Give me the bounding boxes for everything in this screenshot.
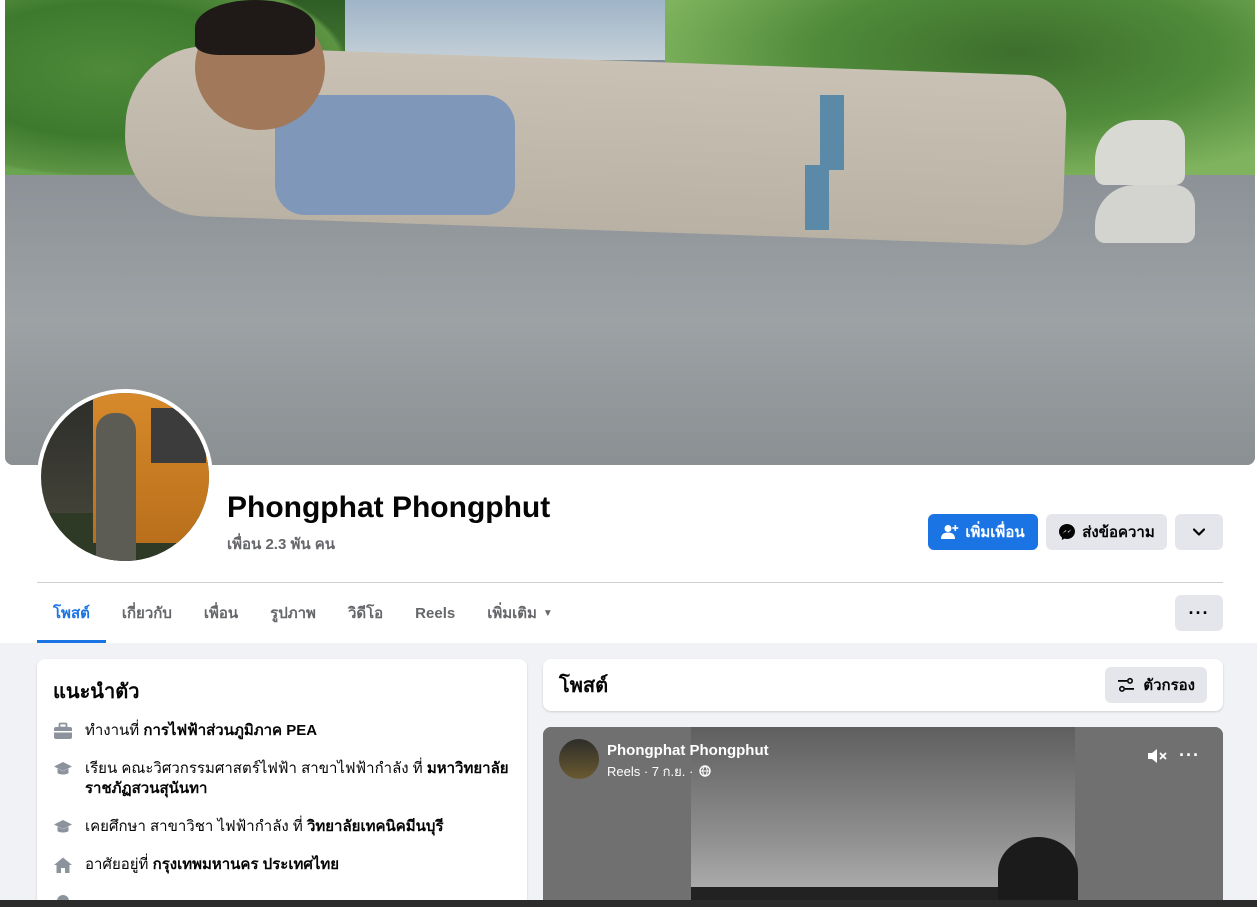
graduation-cap-icon: [53, 759, 73, 779]
cover-reflective-band: [805, 165, 829, 230]
cover-reflective-band: [820, 95, 844, 170]
messenger-icon: [1059, 524, 1076, 540]
intro-work-prefix: ทำงานที่: [85, 722, 144, 739]
taskbar-edge: [0, 900, 1257, 907]
intro-item-text: เคยศึกษา สาขาวิชา ไฟฟ้ากำลัง ที่ วิทยาลั…: [85, 817, 444, 837]
intro-item-text: ทำงานที่ การไฟฟ้าส่วนภูมิภาค PEA: [85, 721, 317, 741]
intro-work-link[interactable]: การไฟฟ้าส่วนภูมิภาค PEA: [143, 722, 317, 739]
cover-shoe: [1095, 120, 1185, 185]
more-options-button[interactable]: ···: [1175, 595, 1223, 631]
profile-header: Phongphat Phongphut เพื่อน 2.3 พัน คน เพ…: [0, 0, 1257, 643]
mute-button[interactable]: [1147, 747, 1169, 770]
avatar-person: [96, 413, 136, 561]
intro-item-studied: เคยศึกษา สาขาวิชา ไฟฟ้ากำลัง ที่ วิทยาลั…: [53, 817, 511, 837]
tab-friends[interactable]: เพื่อน: [188, 583, 254, 643]
message-label: ส่งข้อความ: [1082, 524, 1155, 541]
cover-person-shirt: [275, 95, 515, 215]
intro-studied-prefix: เคยศึกษา สาขาวิชา ไฟฟ้ากำลัง ที่: [85, 818, 307, 835]
filter-label: ตัวกรอง: [1143, 677, 1195, 694]
ellipsis-icon: ···: [1179, 745, 1200, 765]
profile-name: Phongphat Phongphut: [227, 491, 551, 524]
reel-tree: [998, 837, 1078, 907]
graduation-cap-icon: [53, 817, 73, 837]
globe-icon: [699, 765, 711, 777]
reel-meta-text: Reels · 7 ก.ย. ·: [607, 764, 694, 779]
intro-item-text: อาศัยอยู่ที่ กรุงเทพมหานคร ประเทศไทย: [85, 855, 339, 875]
intro-card: แนะนำตัว ทำงานที่ การไฟฟ้าส่วนภูมิภาค PE…: [37, 659, 527, 907]
home-icon: [53, 855, 73, 875]
chevron-down-icon: [1192, 528, 1206, 536]
tab-reels[interactable]: Reels: [399, 583, 471, 643]
add-friend-label: เพิ่มเพื่อน: [965, 524, 1025, 541]
add-friend-button[interactable]: เพิ่มเพื่อน: [928, 514, 1038, 550]
intro-item-text: เรียน คณะวิศวกรรมศาสตร์ไฟฟ้า สาขาไฟฟ้ากำ…: [85, 759, 511, 799]
reel-meta: Reels · 7 ก.ย. ·: [607, 761, 711, 782]
profile-tabs: โพสต์ เกี่ยวกับ เพื่อน รูปภาพ วิดีโอ Ree…: [37, 583, 569, 643]
add-friend-icon: [941, 525, 959, 539]
posts-title: โพสต์: [559, 675, 609, 697]
cover-shoe: [1095, 185, 1195, 243]
intro-studied-link[interactable]: วิทยาลัยเทคนิคมีนบุรี: [307, 818, 444, 835]
tab-more-label: เพิ่มเติม: [487, 605, 537, 622]
posts-header-card: โพสต์ ตัวกรอง: [543, 659, 1223, 711]
profile-avatar[interactable]: [37, 389, 213, 565]
profile-options-dropdown[interactable]: [1175, 514, 1223, 550]
cover-sky: [335, 0, 695, 60]
intro-lives-prefix: อาศัยอยู่ที่: [85, 856, 153, 873]
message-button[interactable]: ส่งข้อความ: [1046, 514, 1167, 550]
tab-about[interactable]: เกี่ยวกับ: [106, 583, 188, 643]
intro-lives-link[interactable]: กรุงเทพมหานคร ประเทศไทย: [153, 856, 339, 873]
caret-down-icon: ▼: [542, 607, 553, 619]
speaker-muted-icon: [1148, 749, 1167, 763]
reel-post-card[interactable]: Phongphat Phongphut Reels · 7 ก.ย. · ···: [543, 727, 1223, 907]
cover-person-hair: [195, 0, 315, 55]
ellipsis-icon: ···: [1188, 602, 1210, 623]
tab-more[interactable]: เพิ่มเติม ▼: [471, 583, 569, 643]
intro-item-study: เรียน คณะวิศวกรรมศาสตร์ไฟฟ้า สาขาไฟฟ้ากำ…: [53, 759, 511, 799]
friends-count-link[interactable]: เพื่อน 2.3 พัน คน: [227, 532, 335, 556]
tab-photos[interactable]: รูปภาพ: [254, 583, 332, 643]
intro-item-work: ทำงานที่ การไฟฟ้าส่วนภูมิภาค PEA: [53, 721, 511, 741]
intro-study-prefix: เรียน คณะวิศวกรรมศาสตร์ไฟฟ้า สาขาไฟฟ้ากำ…: [85, 760, 427, 777]
reel-author-name[interactable]: Phongphat Phongphut: [607, 742, 769, 759]
intro-item-lives: อาศัยอยู่ที่ กรุงเทพมหานคร ประเทศไทย: [53, 855, 511, 875]
intro-title: แนะนำตัว: [53, 681, 140, 703]
reel-author-avatar[interactable]: [559, 739, 599, 779]
tab-posts[interactable]: โพสต์: [37, 583, 106, 643]
reel-options-button[interactable]: ···: [1179, 745, 1200, 766]
tab-videos[interactable]: วิดีโอ: [332, 583, 399, 643]
briefcase-icon: [53, 721, 73, 741]
avatar-bus-window: [151, 408, 206, 463]
filter-button[interactable]: ตัวกรอง: [1105, 667, 1207, 703]
filter-icon: [1118, 677, 1135, 692]
